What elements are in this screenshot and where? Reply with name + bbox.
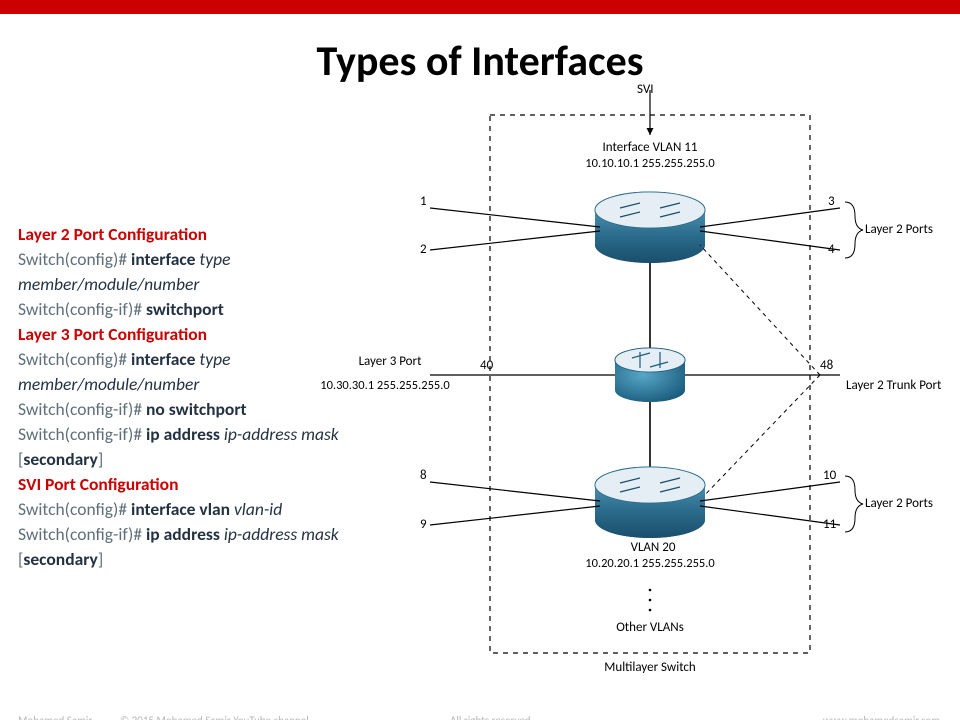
port-1: 1 bbox=[420, 194, 427, 209]
port-40: 40 bbox=[480, 358, 493, 373]
port-10: 10 bbox=[823, 468, 836, 483]
cmd: ip address bbox=[146, 523, 220, 545]
l2-line1: Switch(config)# interface type bbox=[18, 247, 408, 272]
l3-line3: Switch(config-if)# no switchport bbox=[18, 397, 408, 422]
prompt: Switch(config-if)# bbox=[18, 398, 146, 420]
cmd: secondary bbox=[23, 548, 97, 570]
l3-line4: Switch(config-if)# ip address ip-address… bbox=[18, 422, 408, 447]
vlan20-ip: 10.20.20.1 255.255.255.0 bbox=[560, 556, 740, 571]
svi-line2: Switch(config-if)# ip address ip-address… bbox=[18, 522, 408, 547]
prompt: Switch(config)# bbox=[18, 348, 131, 370]
l2-ports-lower: Layer 2 Ports bbox=[865, 496, 933, 511]
other-vlans: Other VLANs bbox=[600, 620, 700, 635]
l3-port-ip: 10.30.30.1 255.255.255.0 bbox=[285, 378, 485, 393]
port-9: 9 bbox=[420, 517, 427, 532]
config-text-block: Layer 2 Port Configuration Switch(config… bbox=[18, 222, 408, 572]
l3-heading: Layer 3 Port Configuration bbox=[18, 322, 408, 347]
page-title: Types of Interfaces bbox=[0, 36, 960, 87]
port-8: 8 bbox=[420, 468, 427, 483]
arg: ip-address mask bbox=[220, 423, 339, 445]
footer-site: www.mohamedsamir.com bbox=[823, 714, 940, 720]
l3-line5: [secondary] bbox=[18, 447, 408, 472]
prompt: Switch(config-if)# bbox=[18, 423, 146, 445]
prompt: Switch(config)# bbox=[18, 498, 131, 520]
prompt: Switch(config-if)# bbox=[18, 523, 146, 545]
l2-heading: Layer 2 Port Configuration bbox=[18, 222, 408, 247]
prompt: Switch(config)# bbox=[18, 248, 131, 270]
footer-rights: All rights reserved. bbox=[450, 714, 533, 720]
l3-port-label: Layer 3 Port bbox=[330, 354, 450, 369]
cmd: interface bbox=[131, 248, 195, 270]
multilayer-label: Multilayer Switch bbox=[595, 660, 705, 675]
bracket: ] bbox=[98, 548, 103, 570]
bracket: ] bbox=[98, 448, 103, 470]
cmd: interface bbox=[131, 348, 195, 370]
port-3: 3 bbox=[828, 194, 835, 209]
arg: type bbox=[195, 248, 230, 270]
svi-label: SVI bbox=[637, 82, 654, 97]
l2-line2: member/module/number bbox=[18, 272, 408, 297]
cmd: ip address bbox=[146, 423, 220, 445]
l2-trunk: Layer 2 Trunk Port bbox=[846, 378, 960, 393]
footer-copyright: © 2015 Mohamed Samir YouTube channel bbox=[120, 714, 309, 720]
l2-line3: Switch(config-if)# switchport bbox=[18, 297, 408, 322]
cmd: secondary bbox=[23, 448, 97, 470]
cmd: interface vlan bbox=[131, 498, 230, 520]
prompt: Switch(config-if)# bbox=[18, 298, 146, 320]
network-diagram: SVI Interface VLAN 11 10.10.10.1 255.255… bbox=[360, 90, 950, 680]
vlan11-name: Interface VLAN 11 bbox=[570, 140, 730, 155]
arg: ip-address mask bbox=[220, 523, 339, 545]
svi-line3: [secondary] bbox=[18, 547, 408, 572]
arg: type bbox=[195, 348, 230, 370]
cmd: no switchport bbox=[146, 398, 247, 420]
cmd: switchport bbox=[146, 298, 224, 320]
l2-ports-upper: Layer 2 Ports bbox=[865, 222, 933, 237]
footer-author: Mohamed Samir bbox=[18, 714, 92, 720]
top-red-bar bbox=[0, 0, 960, 14]
port-4: 4 bbox=[828, 242, 835, 257]
vlan20-name: VLAN 20 bbox=[603, 540, 703, 555]
svi-line1: Switch(config)# interface vlan vlan-id bbox=[18, 497, 408, 522]
svi-heading: SVI Port Configuration bbox=[18, 472, 408, 497]
vlan11-ip: 10.10.10.1 255.255.255.0 bbox=[560, 156, 740, 171]
port-2: 2 bbox=[420, 242, 427, 257]
port-11: 11 bbox=[823, 517, 836, 532]
arg: vlan-id bbox=[230, 498, 282, 520]
port-48: 48 bbox=[820, 358, 833, 373]
